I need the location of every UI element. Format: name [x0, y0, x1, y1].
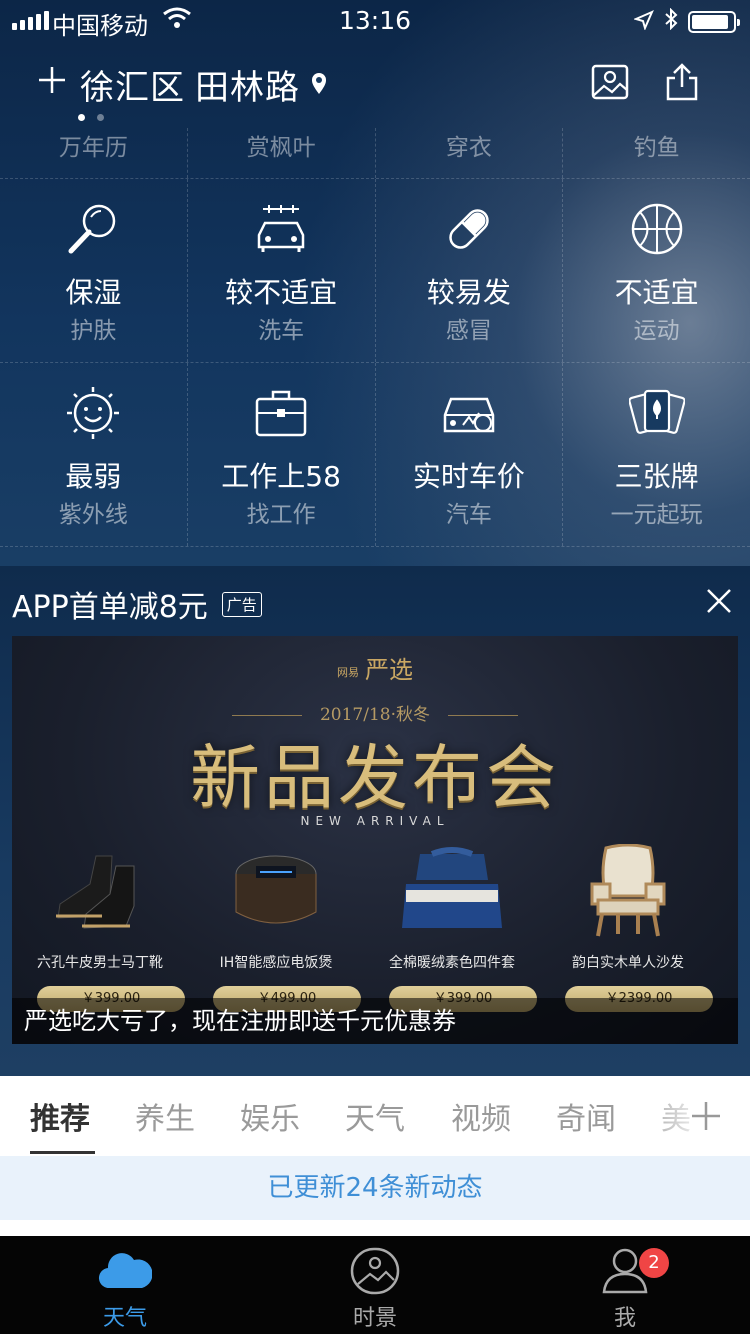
index-label: 护肤: [70, 318, 117, 344]
index-calendar[interactable]: 万年历: [0, 128, 188, 178]
district-label: 徐汇区: [80, 68, 185, 108]
product-name: 六孔牛皮男士马丁靴: [37, 955, 163, 971]
bluetooth-icon: [664, 7, 678, 36]
share-icon[interactable]: [662, 62, 702, 102]
bottom-nav: 天气 时景 我 2: [0, 1236, 750, 1334]
index-label: 感冒: [445, 318, 492, 344]
index-fishing[interactable]: 钓鱼: [563, 128, 750, 178]
index-maple[interactable]: 赏枫叶: [188, 128, 376, 178]
rice-cooker-image: [235, 855, 317, 924]
ad-header: APP首单减8元 广告: [12, 582, 262, 626]
playing-cards-icon: [628, 389, 685, 434]
nav-scenery[interactable]: 时景: [315, 1246, 435, 1332]
car-price-icon: [443, 397, 495, 433]
close-icon[interactable]: [706, 588, 732, 614]
nav-me[interactable]: 我 2: [565, 1246, 685, 1332]
tab-weather[interactable]: 天气: [345, 1094, 405, 1138]
battery-icon: [688, 11, 740, 33]
tab-health[interactable]: 养生: [135, 1094, 195, 1138]
index-value: 实时车价: [412, 460, 525, 493]
ad-title: APP首单减8元: [12, 590, 208, 625]
ad-banner[interactable]: 网易 严选 2017/18·秋冬 新品发布会 NEW ARRIVAL 六孔牛皮男士…: [12, 636, 738, 1044]
cloud-icon: [99, 1253, 152, 1289]
car-wash-icon: [257, 205, 305, 252]
banner-caption: 严选吃大亏了，现在注册即送千元优惠券: [12, 998, 738, 1044]
index-label: 一元起玩: [610, 502, 703, 528]
index-cold[interactable]: 较易发 感冒: [376, 179, 564, 362]
nav-weather[interactable]: 天气: [65, 1246, 185, 1332]
location-title[interactable]: 徐汇区 田林路: [80, 60, 328, 109]
ad-tag: 广告: [221, 591, 262, 617]
photo-frame-icon[interactable]: [590, 62, 630, 102]
armchair-image: [590, 844, 666, 937]
banner-headline: 新品发布会: [190, 737, 560, 819]
life-index-grid: 万年历 赏枫叶 穿衣 钓鱼 保湿 护肤 较不适宜 洗车 较易发 感冒 不适宜 运…: [0, 128, 750, 547]
location-pin-icon: [310, 65, 328, 105]
banner-subheadline: NEW ARRIVAL: [300, 814, 450, 828]
photo-icon: [350, 1247, 400, 1295]
index-value: 最弱: [65, 460, 122, 493]
index-label: 找工作: [246, 502, 316, 528]
nav-label: 我: [613, 1306, 636, 1331]
tab-curiosities[interactable]: 奇闻: [556, 1094, 616, 1138]
notification-badge: 2: [639, 1248, 669, 1278]
boots-image: [56, 855, 135, 929]
basketball-icon: [631, 203, 682, 255]
page-indicator: [78, 114, 104, 121]
add-tab-icon[interactable]: [690, 1100, 722, 1132]
sun-face-icon: [67, 387, 120, 439]
index-label: 汽车: [445, 502, 492, 528]
product-name: IH智能感应电饭煲: [219, 955, 333, 971]
index-label: 运动: [633, 318, 680, 344]
nav-label: 天气: [102, 1306, 147, 1331]
index-value: 不适宜: [614, 276, 699, 309]
ad-section: APP首单减8元 广告 网易 严选 2017/18·秋冬 新品发布会 NEW AR…: [0, 566, 750, 1076]
index-value: 保湿: [65, 276, 122, 309]
index-value: 三张牌: [614, 460, 699, 493]
index-value: 工作上58: [221, 460, 341, 493]
index-cards[interactable]: 三张牌 一元起玩: [563, 363, 750, 546]
index-value: 较不适宜: [225, 276, 338, 309]
index-job[interactable]: 工作上58 找工作: [188, 363, 376, 546]
index-uv[interactable]: 最弱 紫外线: [0, 363, 188, 546]
index-carwash[interactable]: 较不适宜 洗车: [188, 179, 376, 362]
update-notice[interactable]: 已更新24条新动态: [0, 1156, 750, 1220]
bedding-image: [402, 847, 502, 928]
index-skincare[interactable]: 保湿 护肤: [0, 179, 188, 362]
index-car[interactable]: 实时车价 汽车: [376, 363, 564, 546]
status-bar: 中国移动 13:16: [0, 0, 750, 40]
magnifier-icon: [68, 204, 116, 254]
news-tab-bar: 推荐 养生 娱乐 天气 视频 奇闻 美: [0, 1076, 750, 1156]
briefcase-icon: [255, 390, 307, 437]
tab-video[interactable]: 视频: [451, 1094, 511, 1138]
active-tab-indicator: [30, 1151, 95, 1154]
pill-icon: [449, 209, 489, 249]
index-label: 洗车: [258, 318, 305, 344]
index-label: 紫外线: [58, 502, 128, 528]
tab-recommend[interactable]: 推荐: [30, 1094, 90, 1138]
product-name: 全棉暖绒素色四件套: [389, 955, 515, 971]
product-name: 韵白实木单人沙发: [572, 955, 684, 971]
index-value: 较易发: [426, 276, 511, 309]
add-city-button[interactable]: [38, 66, 66, 94]
brand-logo: 网易 严选: [337, 656, 413, 684]
nav-label: 时景: [352, 1306, 397, 1331]
tab-entertainment[interactable]: 娱乐: [240, 1094, 300, 1138]
location-arrow-icon: [633, 8, 654, 36]
header: 徐汇区 田林路: [0, 50, 750, 120]
index-clothing[interactable]: 穿衣: [376, 128, 564, 178]
index-sport[interactable]: 不适宜 运动: [563, 179, 750, 362]
road-label: 田林路: [195, 68, 300, 108]
